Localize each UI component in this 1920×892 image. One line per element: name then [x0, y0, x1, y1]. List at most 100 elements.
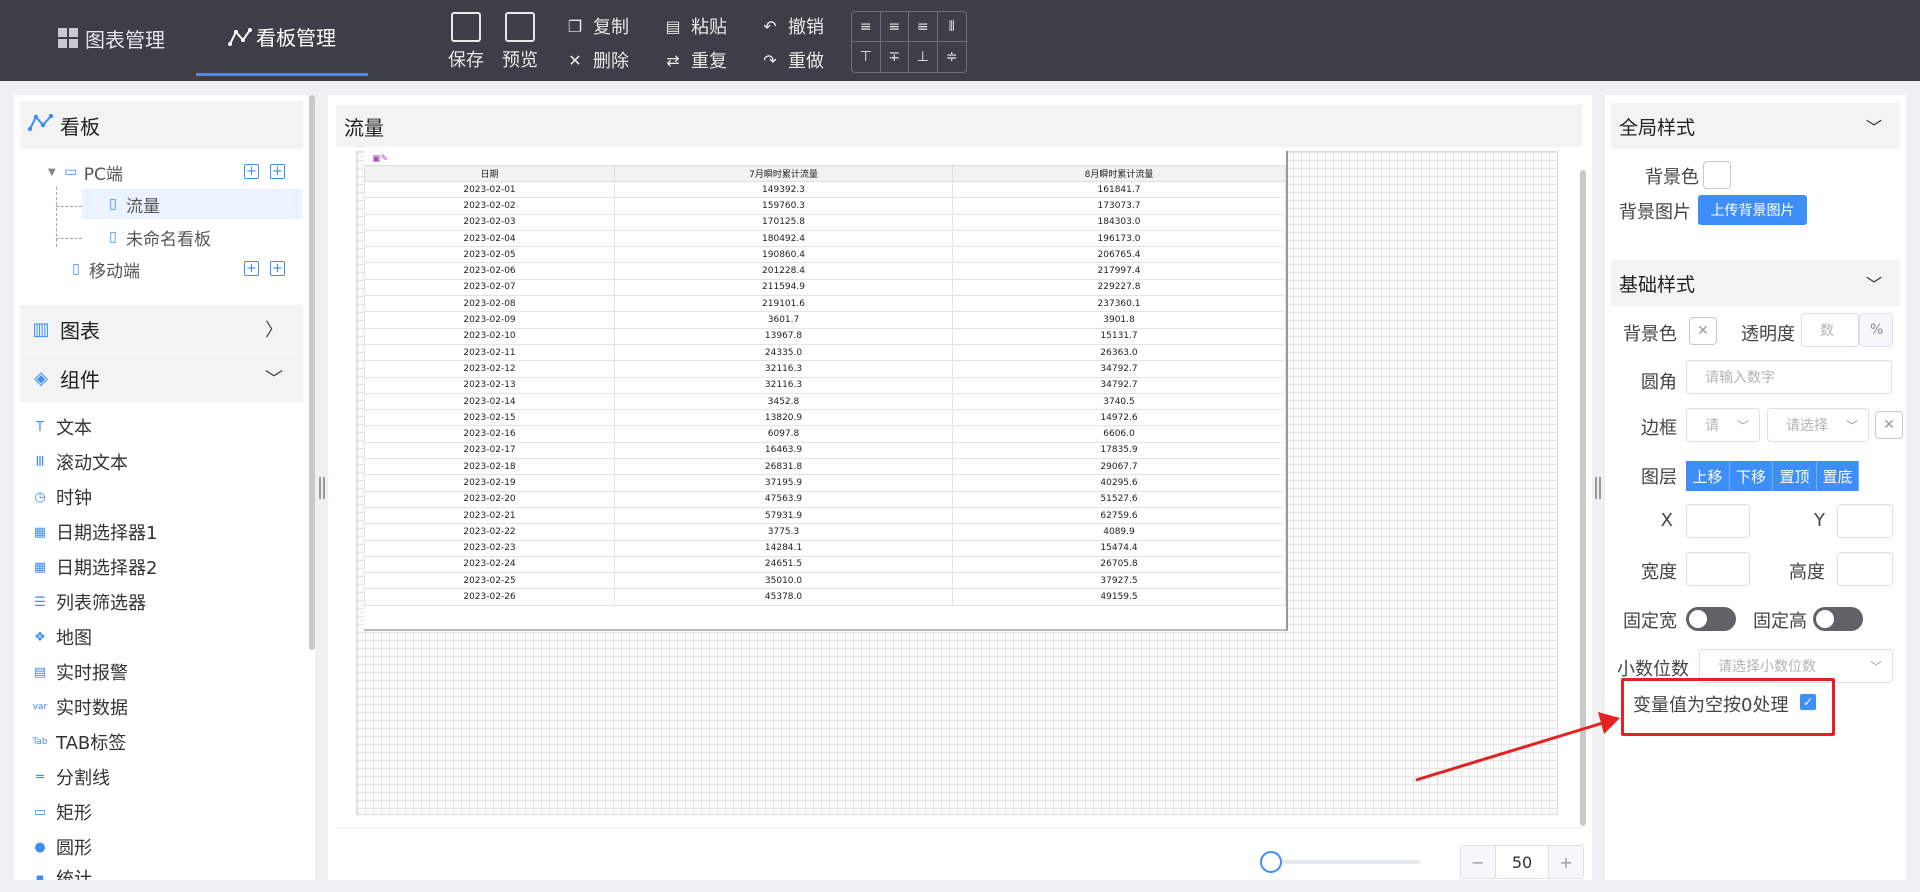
- global-style-header[interactable]: 全局样式 ﹀: [1611, 103, 1900, 149]
- border-color-picker[interactable]: ✕: [1875, 411, 1903, 439]
- left-scrollbar[interactable]: [309, 95, 315, 650]
- table-cell: 2023-02-04: [364, 229, 615, 248]
- component-label: 滚动文本: [56, 453, 128, 474]
- table-cell: 149392.3: [614, 180, 953, 199]
- add-folder-icon[interactable]: +: [270, 164, 285, 179]
- fixed-width-toggle[interactable]: [1686, 607, 1736, 631]
- table-cell: 2023-02-16: [364, 425, 615, 443]
- data-table: 日期 7月瞬时累计流量 8月瞬时累计流量 2023-02-01 149392.3 1…: [364, 165, 1286, 606]
- design-canvas[interactable]: ▣✎ 日期 7月瞬时累计流量 8月瞬时累计流量 2023-02-01 149392…: [356, 151, 1558, 815]
- zoom-decrease-button[interactable]: −: [1461, 846, 1495, 878]
- border-width-select[interactable]: 请 ﹀: [1686, 408, 1760, 442]
- table-widget[interactable]: ▣✎ 日期 7月瞬时累计流量 8月瞬时累计流量 2023-02-01 149392…: [364, 151, 1288, 631]
- tree-item-unnamed[interactable]: ▯ 未命名看板: [106, 222, 211, 252]
- component-section-header[interactable]: ◈ 组件 ﹀: [20, 354, 303, 402]
- repeat-icon: ⇄: [666, 50, 680, 70]
- percent-label: %: [1870, 322, 1884, 338]
- component-rectangle[interactable]: ▭ 矩形: [32, 799, 92, 825]
- undo-label: 撤销: [788, 17, 824, 38]
- base-style-header[interactable]: 基础样式 ﹀: [1611, 260, 1900, 306]
- component-tab[interactable]: Tab TAB标签: [32, 729, 126, 755]
- component-statistics[interactable]: ▪ 统计: [32, 865, 92, 880]
- height-input[interactable]: [1837, 552, 1893, 586]
- align-hcenter-icon[interactable]: ⫴: [937, 12, 966, 42]
- table-cell: 40295.6: [952, 474, 1286, 492]
- component-list-filter[interactable]: ☰ 列表筛选器: [32, 589, 146, 615]
- widget-edit-icon[interactable]: ▣✎: [372, 154, 388, 164]
- table-cell: 206765.4: [952, 246, 1286, 264]
- tab-chart-manage[interactable]: 图表管理: [57, 0, 165, 76]
- zoom-slider-handle[interactable]: [1260, 851, 1282, 873]
- table-cell: 2023-02-17: [364, 441, 615, 460]
- distribute-icon[interactable]: ≑: [938, 42, 967, 72]
- left-splitter-handle[interactable]: [319, 477, 325, 499]
- table-cell: 2023-02-07: [364, 278, 615, 297]
- layer-top-button[interactable]: 置顶: [1773, 461, 1817, 491]
- undo-button[interactable]: ↶ 撤销: [758, 12, 824, 40]
- chart-section-header[interactable]: ▥ 图表 〉: [20, 305, 303, 353]
- tree-node-mobile[interactable]: ▯ 移动端: [69, 254, 140, 284]
- component-clock[interactable]: ◷ 时钟: [32, 484, 92, 510]
- align-top-icon[interactable]: ⊤: [852, 42, 881, 72]
- add-board-icon[interactable]: +: [244, 261, 259, 276]
- tree-node-pc[interactable]: ▼ ▭ PC端: [48, 157, 123, 187]
- chevron-down-icon: ﹀: [1869, 659, 1882, 674]
- redo-button[interactable]: ↷ 重做: [758, 46, 824, 74]
- alarm-icon: ▤: [33, 664, 47, 680]
- fixed-height-toggle[interactable]: [1813, 607, 1863, 631]
- layer-down-button[interactable]: 下移: [1730, 461, 1773, 491]
- add-board-icon[interactable]: +: [244, 164, 259, 179]
- zoom-increase-button[interactable]: +: [1549, 846, 1583, 878]
- chevron-down-icon: ﹀: [1736, 418, 1749, 433]
- delete-button[interactable]: ✕ 删除: [563, 46, 629, 74]
- table-row: 2023-02-15 13820.9 14972.6: [364, 409, 1286, 427]
- radius-label: 圆角: [1641, 372, 1677, 393]
- tab-board-manage[interactable]: 看板管理: [196, 0, 368, 76]
- bg-color-picker[interactable]: [1703, 161, 1731, 189]
- component-date-picker-2[interactable]: ▦ 日期选择器2: [32, 554, 158, 580]
- y-input[interactable]: [1837, 504, 1893, 538]
- upload-bg-button[interactable]: 上传背景图片: [1698, 195, 1807, 225]
- component-circle[interactable]: ● 圆形: [32, 834, 92, 860]
- tree-item-flow[interactable]: ▯ 流量: [82, 189, 302, 219]
- component-date-picker-1[interactable]: ▦ 日期选择器1: [32, 519, 158, 545]
- bg-image-label: 背景图片: [1619, 202, 1691, 223]
- table-cell: 13820.9: [614, 409, 953, 427]
- right-splitter-handle[interactable]: [1595, 477, 1601, 499]
- align-bottom-icon[interactable]: ⊥: [909, 42, 938, 72]
- component-map[interactable]: ❖ 地图: [32, 624, 92, 650]
- layer-up-button[interactable]: 上移: [1686, 461, 1730, 491]
- layer-bottom-button[interactable]: 置底: [1817, 461, 1859, 491]
- align-center-icon[interactable]: ≡: [880, 12, 909, 42]
- component-divider[interactable]: ═ 分割线: [32, 764, 110, 790]
- align-right-icon[interactable]: ≡: [909, 12, 938, 42]
- component-realtime-data[interactable]: var 实时数据: [32, 694, 128, 720]
- radius-input[interactable]: 请输入数字: [1686, 360, 1892, 394]
- table-cell: 2023-02-02: [364, 197, 615, 215]
- align-vcenter-icon[interactable]: ∓: [881, 42, 909, 72]
- width-input[interactable]: [1686, 552, 1750, 586]
- paste-button[interactable]: ▤ 粘贴: [661, 12, 727, 40]
- component-scroll-text[interactable]: Ⅲ 滚动文本: [32, 449, 128, 475]
- zoom-slider-track[interactable]: [1270, 860, 1420, 864]
- add-folder-icon[interactable]: +: [270, 261, 285, 276]
- table-cell: 2023-02-25: [364, 572, 615, 590]
- table-cell: 2023-02-13: [364, 376, 615, 394]
- component-realtime-alarm[interactable]: ▤ 实时报警: [32, 659, 128, 685]
- opacity-input[interactable]: 数: [1801, 313, 1859, 347]
- align-left-icon[interactable]: ≡: [852, 12, 881, 42]
- table-cell: 14972.6: [952, 409, 1286, 427]
- zoom-value[interactable]: 50: [1495, 846, 1549, 878]
- copy-button[interactable]: ❐ 复制: [563, 12, 629, 40]
- table-cell: 26705.8: [952, 555, 1286, 574]
- component-text[interactable]: T 文本: [32, 414, 92, 440]
- x-input[interactable]: [1686, 504, 1750, 538]
- table-row: 2023-02-12 32116.3 34792.7: [364, 360, 1286, 378]
- preview-button[interactable]: 预览: [494, 12, 546, 72]
- repeat-button[interactable]: ⇄ 重复: [661, 46, 727, 74]
- border-style-select[interactable]: 请选择 ﹀: [1767, 408, 1869, 442]
- base-bg-picker[interactable]: ✕: [1689, 317, 1717, 345]
- table-cell: 2023-02-18: [364, 458, 615, 476]
- file-icon: ▯: [109, 196, 117, 212]
- save-button[interactable]: 保存: [440, 12, 492, 72]
